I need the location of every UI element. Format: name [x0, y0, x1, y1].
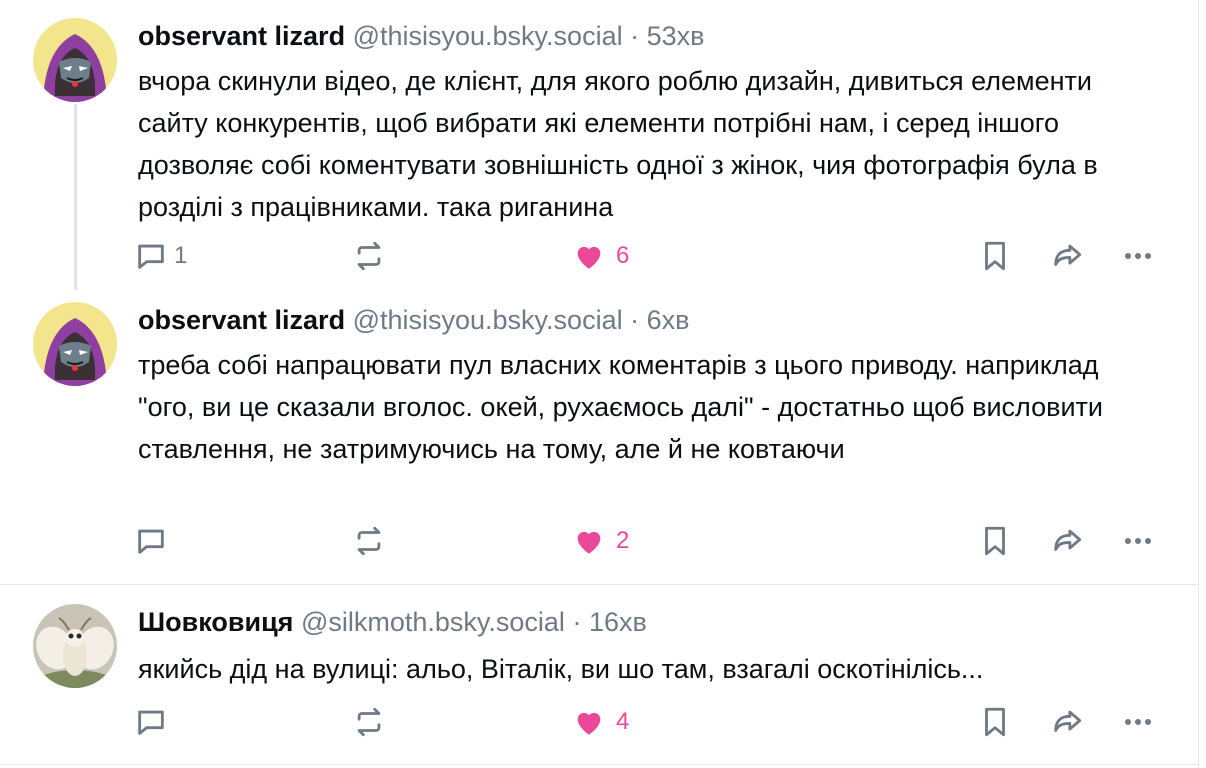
heart-icon	[572, 705, 606, 739]
thread-feed: observant lizard @thisisyou.bsky.social …	[0, 0, 1199, 768]
post[interactable]: observant lizard @thisisyou.bsky.social …	[0, 290, 1198, 584]
like-button[interactable]: 2	[572, 519, 629, 563]
post-time[interactable]: 16хв	[589, 607, 647, 637]
repost-button[interactable]	[352, 700, 386, 744]
more-dots-icon	[1120, 705, 1156, 739]
repost-arrows-icon	[352, 524, 386, 558]
speech-bubble-icon	[134, 239, 168, 273]
bookmark-button[interactable]	[978, 700, 1012, 744]
share-arrow-icon	[1049, 239, 1085, 273]
post-actions: 2	[132, 519, 1172, 563]
post-text: вчора скинули відео, де клієнт, для яког…	[138, 66, 1098, 222]
post-divider	[0, 764, 1198, 765]
avatar[interactable]	[33, 604, 117, 688]
like-button[interactable]: 4	[572, 700, 629, 744]
like-count: 4	[616, 708, 630, 735]
heart-icon	[572, 524, 606, 558]
author-handle[interactable]: @thisisyou.bsky.social	[353, 305, 623, 335]
share-button[interactable]	[1049, 519, 1085, 563]
more-button[interactable]	[1120, 519, 1156, 563]
avatar[interactable]	[33, 302, 117, 386]
reply-button[interactable]: 1	[134, 234, 187, 278]
bookmark-icon	[978, 705, 1012, 739]
author-name[interactable]: observant lizard	[138, 305, 345, 335]
more-button[interactable]	[1120, 234, 1156, 278]
author-handle[interactable]: @silkmoth.bsky.social	[301, 607, 565, 637]
share-arrow-icon	[1049, 524, 1085, 558]
share-button[interactable]	[1049, 700, 1085, 744]
post-text: якийсь дід на вулиці: альо, Віталік, ви …	[138, 654, 984, 684]
post[interactable]: Шовковиця @silkmoth.bsky.social · 16хв я…	[0, 585, 1198, 768]
author-handle[interactable]: @thisisyou.bsky.social	[353, 21, 623, 51]
thread-line	[74, 104, 77, 290]
post-actions: 1 6	[132, 234, 1172, 278]
repost-button[interactable]	[352, 519, 386, 563]
post-time[interactable]: 53хв	[647, 21, 705, 51]
post-header: observant lizard @thisisyou.bsky.social …	[138, 19, 705, 53]
bookmark-icon	[978, 524, 1012, 558]
post-header: Шовковиця @silkmoth.bsky.social · 16хв	[138, 605, 647, 639]
more-dots-icon	[1120, 239, 1156, 273]
like-count: 6	[616, 242, 630, 269]
repost-arrows-icon	[352, 239, 386, 273]
post-header: observant lizard @thisisyou.bsky.social …	[138, 303, 689, 337]
more-dots-icon	[1120, 524, 1156, 558]
bookmark-button[interactable]	[978, 234, 1012, 278]
share-arrow-icon	[1049, 705, 1085, 739]
speech-bubble-icon	[134, 705, 168, 739]
separator: ·	[572, 607, 582, 637]
post-actions: 4	[132, 700, 1172, 744]
share-button[interactable]	[1049, 234, 1085, 278]
bookmark-icon	[978, 239, 1012, 273]
reply-count: 1	[174, 242, 188, 269]
author-name[interactable]: observant lizard	[138, 21, 345, 51]
separator: ·	[630, 305, 640, 335]
author-name[interactable]: Шовковиця	[138, 607, 293, 637]
bookmark-button[interactable]	[978, 519, 1012, 563]
speech-bubble-icon	[134, 524, 168, 558]
like-button[interactable]: 6	[572, 234, 629, 278]
repost-arrows-icon	[352, 705, 386, 739]
more-button[interactable]	[1120, 700, 1156, 744]
reply-button[interactable]	[134, 700, 174, 744]
post-time[interactable]: 6хв	[647, 305, 690, 335]
separator: ·	[630, 21, 640, 51]
post[interactable]: observant lizard @thisisyou.bsky.social …	[0, 0, 1198, 290]
like-count: 2	[616, 527, 630, 554]
avatar[interactable]	[33, 18, 117, 102]
reply-button[interactable]	[134, 519, 174, 563]
heart-icon	[572, 239, 606, 273]
post-text: треба собі напрацювати пул власних комен…	[138, 350, 1103, 464]
repost-button[interactable]	[352, 234, 386, 278]
